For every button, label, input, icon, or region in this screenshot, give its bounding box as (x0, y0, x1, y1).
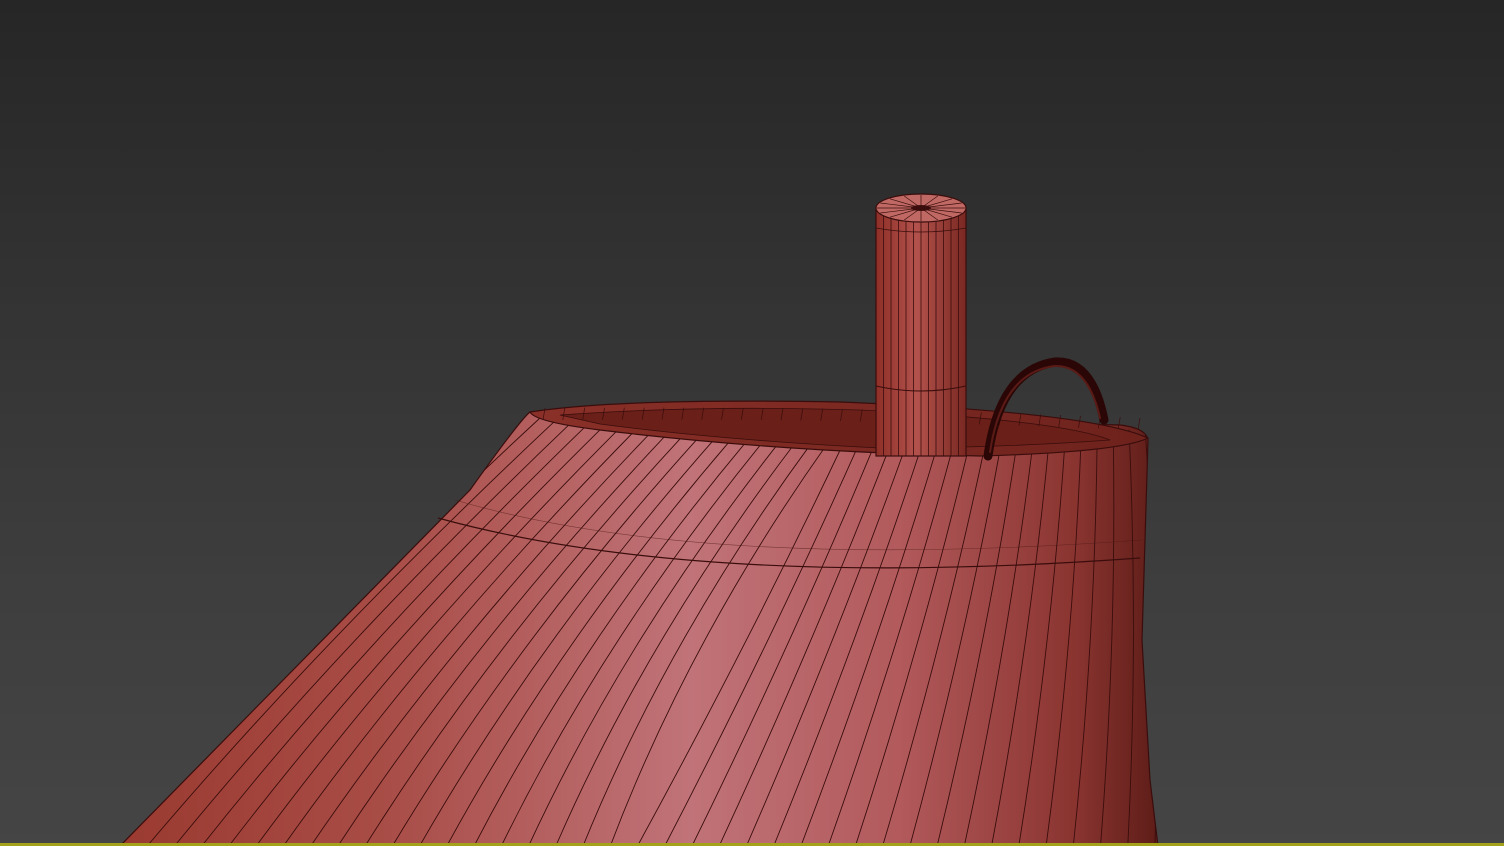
viewport-scene[interactable] (0, 0, 1504, 846)
3d-viewport[interactable] (0, 0, 1504, 846)
lamp-shade-body[interactable] (119, 411, 1159, 846)
rim-edge (1137, 417, 1141, 431)
lamp-rod[interactable] (875, 193, 967, 457)
